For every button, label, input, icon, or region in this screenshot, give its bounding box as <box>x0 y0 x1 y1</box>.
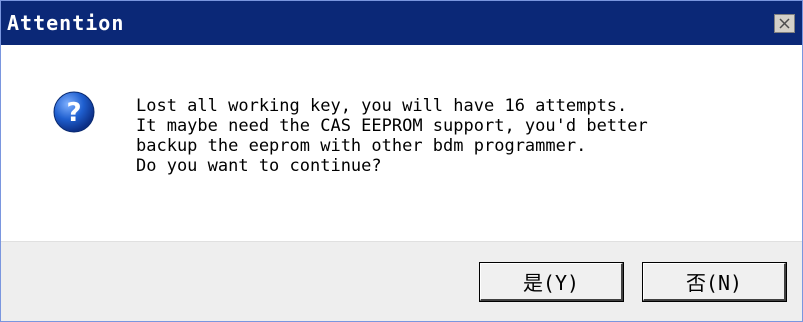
message-line: Lost all working key, you will have 16 a… <box>136 96 628 116</box>
dialog-title: Attention <box>7 11 125 35</box>
attention-dialog: Attention ? Lost all working key, you wi… <box>0 0 803 322</box>
svg-text:?: ? <box>66 98 81 128</box>
title-bar[interactable]: Attention <box>1 1 802 45</box>
message-line: backup the eeprom with other bdm program… <box>136 136 587 156</box>
no-button[interactable]: 否(N) <box>642 262 787 302</box>
question-icon: ? <box>53 91 95 133</box>
message-line: Do you want to continue? <box>136 156 382 176</box>
close-button[interactable] <box>774 14 795 33</box>
close-icon <box>779 18 790 29</box>
yes-button[interactable]: 是(Y) <box>479 262 624 302</box>
message-line: It maybe need the CAS EEPROM support, yo… <box>136 116 648 136</box>
message-text: Lost all working key, you will have 16 a… <box>136 96 648 176</box>
